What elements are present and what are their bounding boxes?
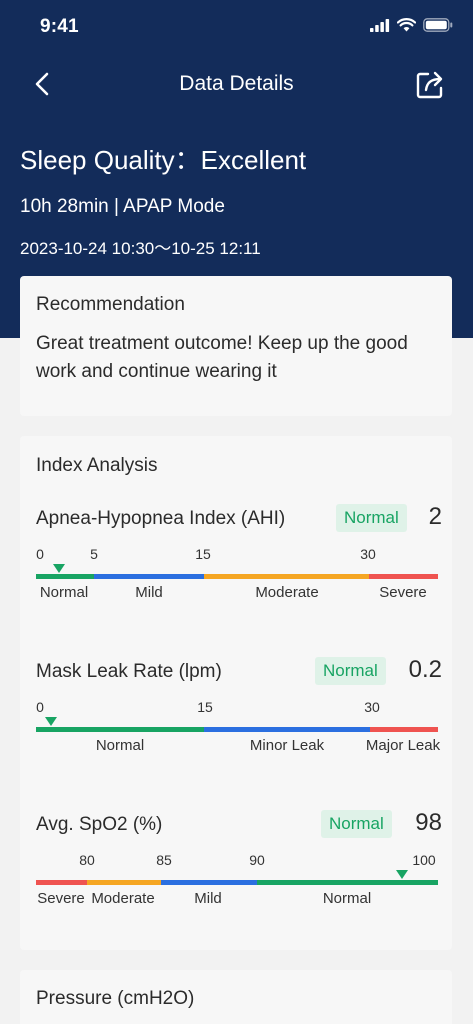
sleep-duration-mode: 10h 28min | APAP Mode (20, 196, 225, 217)
ahi-name: Apnea-Hypopnea Index (AHI) (36, 508, 286, 529)
spo2-tick: 90 (249, 852, 265, 868)
spo2-segment-mild (161, 880, 257, 885)
spo2-range-label: Normal (322, 890, 372, 907)
mask-leak-status-badge: Normal (315, 657, 386, 685)
spo2-segment-moderate (87, 880, 161, 885)
mask-leak-segment-major (370, 727, 438, 732)
cellular-signal-icon (370, 18, 390, 32)
spo2-range-label: Moderate (91, 890, 155, 907)
sleep-date-range: 2023-10-24 10:30～10-25 12:11 (20, 239, 261, 258)
spo2-tick: 85 (156, 852, 172, 868)
ahi-range-label: Mild (135, 584, 163, 601)
ahi-range-label: Normal (39, 584, 89, 601)
ahi-segment-normal (36, 574, 94, 579)
ahi-tick: 0 (36, 546, 44, 562)
mask-leak-segment-normal (36, 727, 204, 732)
ahi-segment-mild (94, 574, 204, 579)
index-analysis-title: Index Analysis (36, 455, 158, 476)
share-icon (416, 71, 443, 99)
status-time: 9:41 (40, 16, 79, 37)
recommendation-card: Recommendation Great treatment outcome! … (20, 276, 452, 416)
ahi-tick: 15 (195, 546, 211, 562)
spo2-marker (395, 870, 408, 879)
ahi-range-label: Severe (379, 584, 427, 601)
ahi-metric: Apnea-Hypopnea Index (AHI) Normal 2 0 5 … (36, 503, 442, 608)
mask-leak-name: Mask Leak Rate (lpm) (36, 661, 222, 682)
mask-leak-metric: Mask Leak Rate (lpm) Normal 0.2 0 15 30 … (36, 656, 442, 761)
spo2-range-label: Severe (37, 890, 85, 907)
pressure-card: Pressure (cmH2O) (20, 970, 452, 1024)
index-analysis-card: Index Analysis Apnea-Hypopnea Index (AHI… (20, 436, 452, 950)
ahi-marker (53, 564, 66, 573)
page-title: Data Details (179, 72, 294, 95)
ahi-segment-severe (369, 574, 438, 579)
spo2-status-badge: Normal (321, 810, 392, 838)
mask-leak-range-label: Normal (95, 737, 145, 754)
sleep-quality-heading: Sleep Quality：Excellent (20, 145, 307, 175)
pressure-title: Pressure (cmH2O) (36, 988, 195, 1009)
mask-leak-tick: 0 (36, 699, 44, 715)
ahi-value: 2 (428, 503, 442, 530)
spo2-segment-normal (257, 880, 438, 885)
battery-icon (423, 18, 453, 32)
share-button[interactable] (415, 68, 445, 100)
system-icons (370, 18, 453, 32)
spo2-tick: 80 (79, 852, 95, 868)
spo2-segment-severe (36, 880, 87, 885)
spo2-name: Avg. SpO2 (%) (36, 814, 163, 835)
ahi-range-bar (36, 574, 438, 579)
status-bar: 9:41 (0, 0, 473, 52)
mask-leak-segment-minor (204, 727, 370, 732)
mask-leak-range-label: Major Leak (365, 737, 441, 754)
mask-leak-range-label: Minor Leak (249, 737, 325, 754)
mask-leak-tick: 15 (197, 699, 213, 715)
recommendation-title: Recommendation (36, 294, 185, 315)
ahi-tick: 5 (90, 546, 98, 562)
wifi-icon (397, 18, 416, 32)
ahi-range-label: Moderate (255, 584, 319, 601)
spo2-tick: 100 (412, 852, 436, 868)
mask-leak-marker (44, 717, 57, 726)
ahi-tick: 30 (360, 546, 376, 562)
mask-leak-range-bar (36, 727, 438, 732)
spo2-range-bar (36, 880, 438, 885)
ahi-segment-moderate (204, 574, 369, 579)
navigation-bar: Data Details (0, 60, 473, 106)
spo2-value: 98 (415, 809, 442, 836)
ahi-status-badge: Normal (336, 504, 407, 532)
recommendation-text: Great treatment outcome! Keep up the goo… (36, 333, 408, 382)
spo2-range-label: Mild (194, 890, 222, 907)
mask-leak-tick: 30 (364, 699, 380, 715)
spo2-metric: Avg. SpO2 (%) Normal 98 80 85 90 100 Sev… (36, 809, 442, 914)
mask-leak-value: 0.2 (408, 656, 442, 683)
